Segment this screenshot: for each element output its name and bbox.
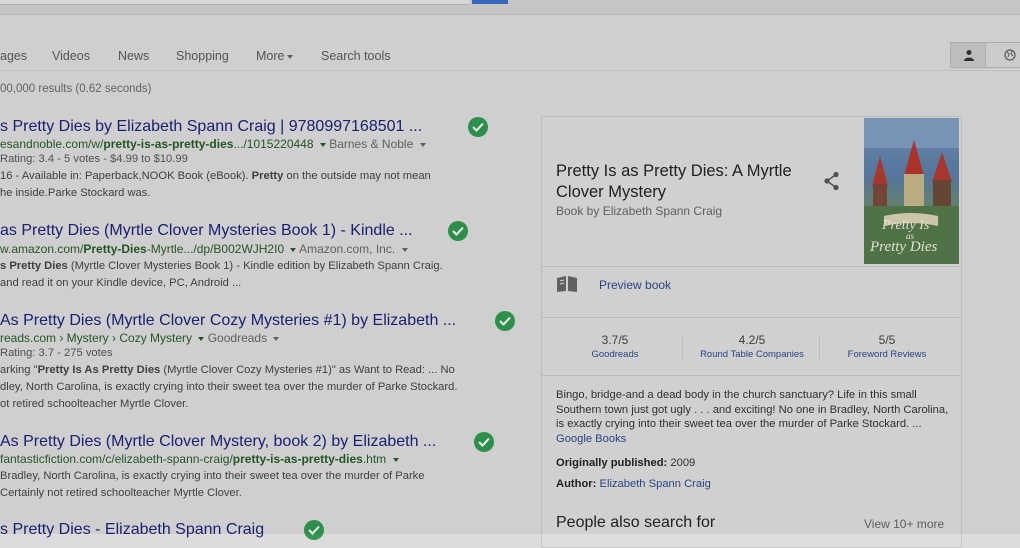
snippet-text: arking "	[0, 364, 38, 376]
url-bold: pretty-is-as-pretty-dies	[232, 452, 363, 466]
search-button[interactable]	[472, 0, 508, 4]
result-title-link[interactable]: As Pretty Dies (Myrtle Clover Mystery, b…	[0, 433, 436, 451]
result-source: Barnes & Noble	[329, 137, 414, 151]
search-input[interactable]	[0, 0, 470, 5]
result-stats: 00,000 results (0.62 seconds)	[0, 83, 152, 95]
result-snippet: arking "Pretty Is As Pretty Dies (Myrtle…	[0, 362, 457, 413]
snippet-text: ot retired schoolteacher Myrtle Clover.	[0, 398, 189, 410]
people-also-search-heading: People also search for	[556, 514, 716, 531]
dropdown-caret-icon[interactable]	[319, 142, 326, 147]
account-icon	[964, 50, 974, 61]
panel-title: Pretty Is as Pretty Dies: A Myrtle Clove…	[556, 162, 792, 201]
rating-source-round-table[interactable]: Round Table Companies	[692, 349, 812, 360]
author-label: Author:	[556, 478, 597, 490]
preview-book-link[interactable]: Preview book	[599, 278, 671, 292]
url-part: .../1015220448	[233, 137, 314, 151]
snippet-text: dley, North Carolina, is exactly crying …	[0, 381, 458, 393]
url-part: -Myrtle.../dp/B002WJH2I0	[146, 242, 285, 256]
snippet-text: and read it on your Kindle device, PC, A…	[0, 277, 242, 289]
result-rating: Rating: 3.7 - 275 votes	[0, 347, 113, 359]
result-rating: Rating: 3.4 - 5 votes - $4.99 to $10.99	[0, 153, 188, 165]
view-more-link[interactable]: View 10+ more	[864, 517, 944, 531]
result-source: Amazon.com, Inc.	[299, 242, 396, 256]
verified-check-icon	[304, 520, 324, 540]
tab-more[interactable]: More	[256, 49, 294, 63]
author-fact: Author: Elizabeth Spann Craig	[556, 478, 711, 490]
tab-shopping[interactable]: Shopping	[176, 49, 229, 63]
result-url: w.amazon.com/Pretty-Dies-Myrtle.../dp/B0…	[0, 242, 408, 256]
snippet-bold: Pretty	[251, 170, 284, 182]
author-link[interactable]: Elizabeth Spann Craig	[600, 478, 711, 490]
result-url: fantasticfiction.com/c/elizabeth-spann-c…	[0, 452, 399, 466]
dropdown-caret-icon[interactable]	[419, 142, 426, 147]
url-part: fantasticfiction.com/c/elizabeth-spann-c…	[0, 452, 233, 466]
tab-search-tools[interactable]: Search tools	[321, 49, 390, 63]
book-description: Bingo, bridge-and a dead body in the chu…	[556, 388, 951, 446]
url-part: reads.com › Mystery › Cozy Mystery	[0, 331, 193, 345]
snippet-text: (Myrtle Clover Cozy Mysteries #1)" as Wa…	[160, 364, 455, 376]
knowledge-panel: Pretty Is as Pretty Dies: A Myrtle Clove…	[541, 116, 962, 548]
published-label: Originally published:	[556, 457, 668, 469]
verified-check-icon	[495, 311, 515, 331]
result-snippet: Bradley, North Carolina, is exactly cryi…	[0, 468, 424, 502]
tab-more-label: More	[256, 49, 285, 63]
result-title-link[interactable]: as Pretty Dies (Myrtle Clover Mysteries …	[0, 222, 413, 240]
result-url: reads.com › Mystery › Cozy Mystery Goodr…	[0, 331, 280, 345]
url-bold: pretty-is-as-pretty-dies	[103, 137, 234, 151]
snippet-text: on the outside may not mean	[283, 170, 431, 182]
url-part: w.amazon.com/	[0, 242, 84, 256]
snippet-text: Bradley, North Carolina, is exactly cryi…	[0, 470, 425, 482]
rating-value-foreword: 5/5	[878, 333, 896, 347]
dropdown-caret-icon[interactable]	[198, 336, 205, 341]
google-books-link[interactable]: Google Books	[556, 433, 626, 445]
snippet-bold: Pretty Is As Pretty Dies	[37, 364, 161, 376]
divider	[819, 335, 820, 361]
dropdown-caret-icon[interactable]	[290, 247, 297, 252]
tab-news[interactable]: News	[118, 49, 149, 63]
snippet-bold: s Pretty Dies	[0, 260, 68, 272]
result-title-link[interactable]: As Pretty Dies (Myrtle Clover Cozy Myste…	[0, 312, 456, 330]
book-cover-image[interactable]: Pretty Is as Pretty Dies	[864, 118, 959, 264]
divider	[682, 335, 683, 361]
verified-check-icon	[468, 117, 488, 137]
result-url: esandnoble.com/w/pretty-is-as-pretty-die…	[0, 137, 426, 151]
url-bold: Pretty-Dies	[83, 242, 147, 256]
snippet-text: he inside.Parke Stockard was.	[0, 187, 151, 199]
global-results-button[interactable]	[985, 42, 1020, 68]
rating-value-round-table: 4.2/5	[738, 333, 766, 347]
dropdown-caret-icon[interactable]	[401, 247, 408, 252]
personal-results-button[interactable]	[950, 42, 986, 68]
globe-icon	[1004, 49, 1016, 61]
panel-subtitle: Book by Elizabeth Spann Craig	[556, 204, 723, 218]
description-text: Bingo, bridge-and a dead body in the chu…	[556, 389, 949, 430]
dropdown-caret-icon[interactable]	[392, 457, 399, 462]
snippet-text: Certainly not retired schoolteacher Myrt…	[0, 487, 242, 499]
top-bar	[0, 0, 1020, 15]
result-snippet: 16 - Available in: Paperback,NOOK Book (…	[0, 168, 431, 202]
result-title-link[interactable]: s Pretty Dies - Elizabeth Spann Craig	[0, 521, 264, 539]
tab-images[interactable]: ages	[0, 49, 27, 63]
tab-videos[interactable]: Videos	[52, 49, 90, 63]
search-nav-bar: ages Videos News Shopping More Search to…	[0, 15, 1020, 71]
result-source: Goodreads	[207, 331, 268, 345]
verified-check-icon	[474, 432, 494, 452]
result-snippet: s Pretty Dies (Myrtle Clover Mysteries B…	[0, 258, 443, 292]
dropdown-caret-icon[interactable]	[273, 336, 280, 341]
rating-source-foreword[interactable]: Foreword Reviews	[827, 349, 947, 360]
rating-value-goodreads: 3.7/5	[601, 333, 629, 347]
book-preview-icon	[557, 276, 577, 292]
cover-title-3: Pretty Dies	[870, 239, 938, 255]
published-fact: Originally published: 2009	[556, 457, 695, 469]
url-part: .htm	[362, 452, 387, 466]
published-value: 2009	[670, 457, 696, 469]
dropdown-caret-icon	[287, 54, 294, 59]
share-icon[interactable]	[823, 171, 841, 191]
snippet-text: 16 - Available in: Paperback,NOOK Book (…	[0, 170, 252, 182]
rating-source-goodreads[interactable]: Goodreads	[555, 349, 675, 360]
url-part: esandnoble.com/w/	[0, 137, 104, 151]
verified-check-icon	[448, 221, 468, 241]
result-title-link[interactable]: s Pretty Dies by Elizabeth Spann Craig |…	[0, 118, 422, 136]
snippet-text: (Myrtle Clover Mysteries Book 1) - Kindl…	[67, 260, 443, 272]
